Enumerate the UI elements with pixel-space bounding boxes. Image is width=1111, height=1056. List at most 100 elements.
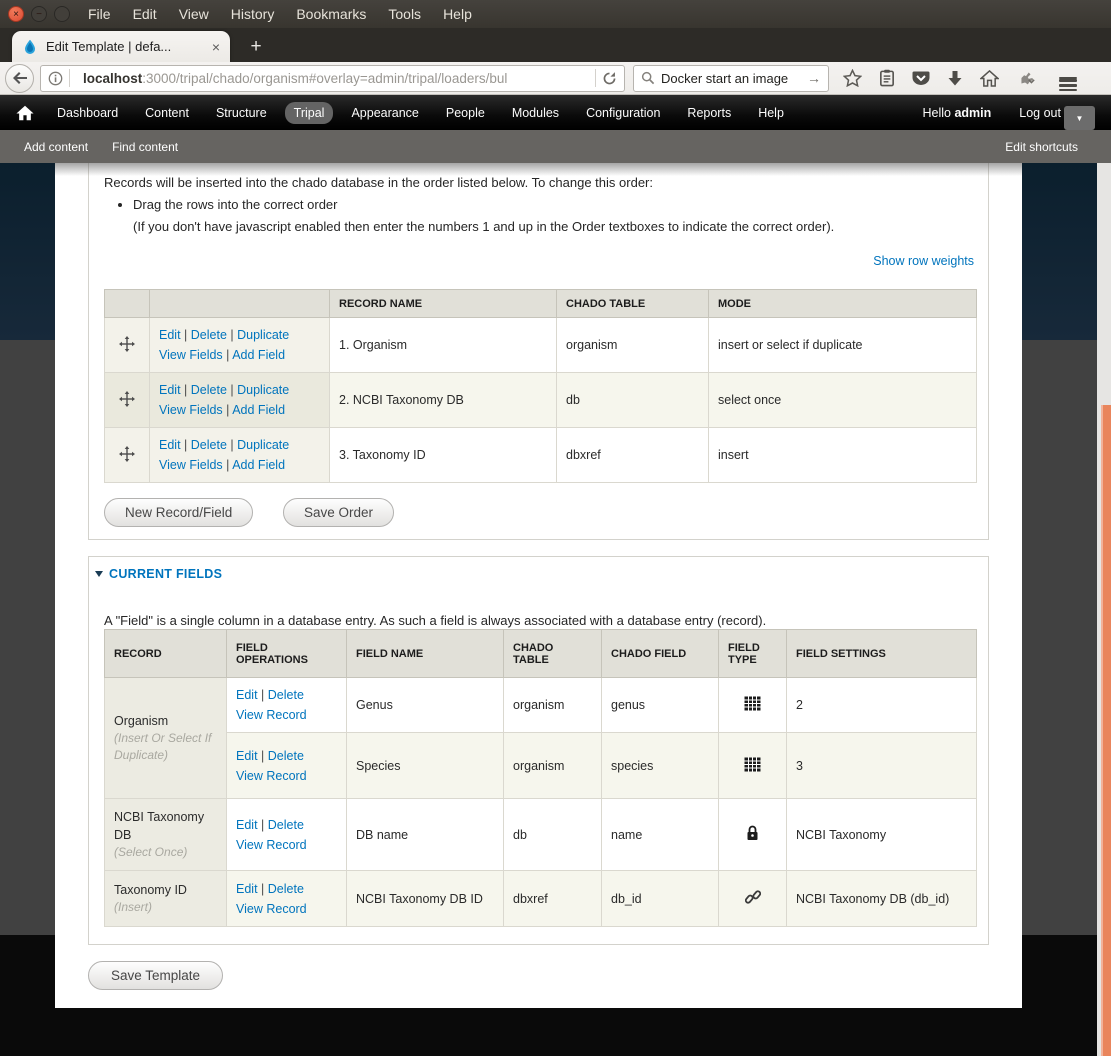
- pocket-icon[interactable]: [912, 70, 930, 87]
- save-order-button[interactable]: Save Order: [283, 498, 394, 527]
- admin-item-structure[interactable]: Structure: [207, 102, 276, 124]
- delete-link[interactable]: Delete: [191, 328, 227, 342]
- browser-tab[interactable]: Edit Template | defa... ×: [12, 31, 230, 62]
- delete-link[interactable]: Delete: [268, 882, 304, 896]
- window-minimize-button[interactable]: −: [31, 6, 47, 22]
- menu-bookmarks[interactable]: Bookmarks: [296, 6, 366, 22]
- drag-handle[interactable]: [105, 428, 150, 483]
- toolbar-toggle-button[interactable]: ▼: [1064, 106, 1095, 130]
- view-record-link[interactable]: View Record: [236, 708, 307, 722]
- find-content-link[interactable]: Find content: [112, 140, 178, 154]
- chado-table-cell: organism: [504, 678, 602, 733]
- chado-field-cell: genus: [602, 678, 719, 733]
- record-operations: Edit | Delete | Duplicate View Fields | …: [150, 428, 330, 483]
- view-record-link[interactable]: View Record: [236, 838, 307, 852]
- edit-link[interactable]: Edit: [236, 688, 258, 702]
- column-header: CHADO TABLE: [504, 630, 602, 678]
- admin-item-dashboard[interactable]: Dashboard: [48, 102, 127, 124]
- url-bar[interactable]: localhost:3000/tripal/chado/organism#ove…: [40, 65, 625, 92]
- record-mode: (Insert): [114, 899, 217, 916]
- menu-history[interactable]: History: [231, 6, 275, 22]
- drupal-favicon-icon: [22, 39, 38, 55]
- current-fields-legend[interactable]: CURRENT FIELDS: [95, 567, 222, 581]
- delete-link[interactable]: Delete: [268, 688, 304, 702]
- search-input[interactable]: Docker start an image: [661, 71, 807, 86]
- admin-home-icon[interactable]: [16, 105, 34, 121]
- fields-description: A "Field" is a single column in a databa…: [104, 613, 766, 628]
- view-fields-link[interactable]: View Fields: [159, 458, 223, 472]
- add-field-link[interactable]: Add Field: [232, 348, 285, 362]
- url-text[interactable]: localhost:3000/tripal/chado/organism#ove…: [83, 71, 589, 86]
- delete-link[interactable]: Delete: [191, 438, 227, 452]
- menu-help[interactable]: Help: [443, 6, 472, 22]
- admin-item-configuration[interactable]: Configuration: [577, 102, 669, 124]
- tab-close-icon[interactable]: ×: [212, 39, 220, 55]
- edit-link[interactable]: Edit: [236, 882, 258, 896]
- admin-item-modules[interactable]: Modules: [503, 102, 568, 124]
- delete-link[interactable]: Delete: [191, 383, 227, 397]
- reload-icon[interactable]: [602, 71, 617, 86]
- menu-hamburger-icon[interactable]: [1059, 74, 1077, 81]
- bookmark-star-icon[interactable]: [843, 69, 862, 87]
- show-row-weights-link[interactable]: Show row weights: [873, 254, 974, 268]
- duplicate-link[interactable]: Duplicate: [237, 328, 289, 342]
- menu-view[interactable]: View: [179, 6, 209, 22]
- scrollbar-thumb[interactable]: [1101, 405, 1111, 1056]
- menu-edit[interactable]: Edit: [133, 6, 157, 22]
- menu-file[interactable]: File: [88, 6, 111, 22]
- add-field-link[interactable]: Add Field: [232, 403, 285, 417]
- edit-link[interactable]: Edit: [159, 328, 181, 342]
- admin-item-appearance[interactable]: Appearance: [342, 102, 427, 124]
- username: admin: [954, 106, 991, 120]
- delete-link[interactable]: Delete: [268, 818, 304, 832]
- new-record-field-button[interactable]: New Record/Field: [104, 498, 253, 527]
- addon-icon[interactable]: [1016, 70, 1036, 86]
- link-separator: |: [226, 348, 229, 362]
- admin-item-help[interactable]: Help: [749, 102, 793, 124]
- drag-handle[interactable]: [105, 318, 150, 373]
- downloads-icon[interactable]: [947, 70, 963, 87]
- edit-shortcuts-link[interactable]: Edit shortcuts: [1005, 140, 1078, 154]
- back-button[interactable]: [5, 64, 34, 93]
- edit-link[interactable]: Edit: [159, 383, 181, 397]
- record-name: Organism: [114, 712, 217, 730]
- field-row: Taxonomy ID (Insert) Edit | Delete View …: [105, 871, 977, 927]
- operations-column-header: [150, 290, 330, 318]
- new-tab-button[interactable]: +: [240, 34, 272, 60]
- link-separator: |: [261, 749, 264, 763]
- delete-link[interactable]: Delete: [268, 749, 304, 763]
- edit-link[interactable]: Edit: [159, 438, 181, 452]
- window-maximize-button[interactable]: [54, 6, 70, 22]
- add-field-link[interactable]: Add Field: [232, 458, 285, 472]
- move-icon: [119, 336, 135, 352]
- duplicate-link[interactable]: Duplicate: [237, 383, 289, 397]
- save-template-button[interactable]: Save Template: [88, 961, 223, 990]
- home-icon[interactable]: [980, 70, 999, 87]
- view-fields-link[interactable]: View Fields: [159, 403, 223, 417]
- admin-item-reports[interactable]: Reports: [678, 102, 740, 124]
- admin-item-content[interactable]: Content: [136, 102, 198, 124]
- view-fields-link[interactable]: View Fields: [159, 348, 223, 362]
- drag-handle[interactable]: [105, 373, 150, 428]
- admin-item-tripal[interactable]: Tripal: [285, 102, 334, 124]
- logout-link[interactable]: Log out: [1019, 106, 1061, 120]
- chado-table-cell: db: [557, 373, 709, 428]
- scrollbar-track[interactable]: [1097, 163, 1111, 1056]
- current-fields-fieldset: CURRENT FIELDS A "Field" is a single col…: [88, 556, 989, 945]
- menu-tools[interactable]: Tools: [388, 6, 421, 22]
- window-close-button[interactable]: ×: [8, 6, 24, 22]
- view-record-link[interactable]: View Record: [236, 902, 307, 916]
- edit-link[interactable]: Edit: [236, 818, 258, 832]
- field-row: Edit | Delete View Record Species organi…: [105, 733, 977, 799]
- edit-link[interactable]: Edit: [236, 749, 258, 763]
- add-content-link[interactable]: Add content: [24, 140, 88, 154]
- admin-item-people[interactable]: People: [437, 102, 494, 124]
- chado-field-cell: name: [602, 799, 719, 871]
- search-bar[interactable]: Docker start an image →: [633, 65, 829, 92]
- duplicate-link[interactable]: Duplicate: [237, 438, 289, 452]
- bookmarks-list-icon[interactable]: [879, 69, 895, 87]
- search-go-icon[interactable]: →: [807, 70, 821, 86]
- records-instructions: Drag the rows into the correct order: [119, 197, 337, 212]
- field-type-cell: [719, 799, 787, 871]
- view-record-link[interactable]: View Record: [236, 769, 307, 783]
